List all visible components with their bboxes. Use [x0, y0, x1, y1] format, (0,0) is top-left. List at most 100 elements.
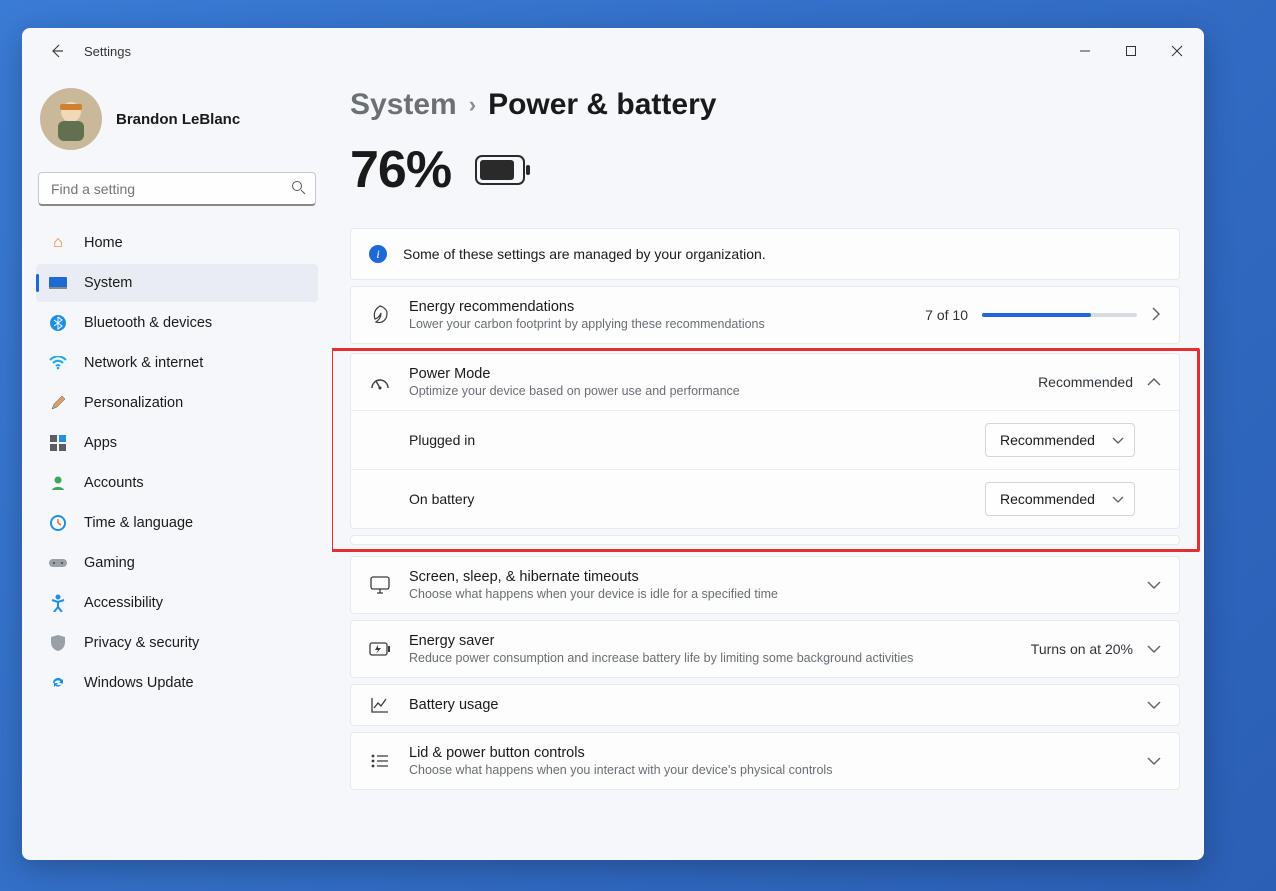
nav-item-update[interactable]: Windows Update [36, 664, 318, 702]
saver-summary: Turns on at 20% [1031, 641, 1133, 657]
avatar [40, 88, 102, 150]
nav-label: Home [84, 235, 123, 251]
nav-label: Bluetooth & devices [84, 315, 212, 331]
energy-sub: Lower your carbon footprint by applying … [409, 317, 907, 331]
banner-text: Some of these settings are managed by yo… [403, 246, 766, 262]
minimize-icon [1079, 45, 1091, 57]
nav-item-gaming[interactable]: Gaming [36, 544, 318, 582]
chevron-down-icon [1112, 491, 1124, 507]
chevron-right-icon [1151, 307, 1161, 324]
energy-saver-row[interactable]: Energy saver Reduce power consumption an… [350, 620, 1180, 678]
usage-title: Battery usage [409, 697, 1129, 713]
plugged-label: Plugged in [409, 432, 475, 448]
nav-label: Personalization [84, 395, 183, 411]
nav-item-home[interactable]: ⌂ Home [36, 224, 318, 262]
lid-controls-row[interactable]: Lid & power button controls Choose what … [350, 732, 1180, 790]
plugged-dropdown[interactable]: Recommended [985, 423, 1135, 457]
chevron-down-icon [1147, 577, 1161, 593]
nav-item-apps[interactable]: Apps [36, 424, 318, 462]
chevron-down-icon [1147, 753, 1161, 769]
search-icon[interactable] [291, 180, 306, 198]
on-battery-value: Recommended [1000, 491, 1095, 507]
nav-item-privacy[interactable]: Privacy & security [36, 624, 318, 662]
info-icon: i [369, 245, 387, 263]
gamepad-icon [48, 553, 68, 573]
nav-label: Network & internet [84, 355, 203, 371]
nav-label: Privacy & security [84, 635, 199, 651]
org-managed-banner: i Some of these settings are managed by … [350, 228, 1180, 280]
chevron-up-icon [1147, 374, 1161, 390]
chevron-down-icon [1147, 697, 1161, 713]
nav-item-time[interactable]: Time & language [36, 504, 318, 542]
on-battery-dropdown[interactable]: Recommended [985, 482, 1135, 516]
chevron-right-icon: › [469, 92, 476, 118]
highlight-annotation: Power Mode Optimize your device based on… [332, 348, 1200, 552]
apps-icon [48, 433, 68, 453]
energy-recommendations-row[interactable]: Energy recommendations Lower your carbon… [350, 286, 1180, 344]
titlebar: Settings [22, 28, 1204, 74]
chevron-down-icon [1147, 641, 1161, 657]
nav-label: Accounts [84, 475, 144, 491]
nav-label: Apps [84, 435, 117, 451]
search-box [38, 172, 316, 206]
power-mode-battery-row: On battery Recommended [351, 469, 1179, 528]
battery-level-row: 76% [350, 140, 1180, 200]
nav-item-accessibility[interactable]: Accessibility [36, 584, 318, 622]
home-icon: ⌂ [48, 233, 68, 253]
battery-saver-icon [369, 642, 391, 656]
power-mode-title: Power Mode [409, 366, 1020, 382]
nav-label: Gaming [84, 555, 135, 571]
nav-label: Accessibility [84, 595, 163, 611]
saver-sub: Reduce power consumption and increase ba… [409, 651, 1013, 665]
arrow-left-icon [49, 43, 65, 59]
lid-title: Lid & power button controls [409, 745, 1129, 761]
profile-block[interactable]: Brandon LeBlanc [36, 74, 318, 172]
clock-icon [48, 513, 68, 533]
nav-item-personalization[interactable]: Personalization [36, 384, 318, 422]
minimize-button[interactable] [1062, 28, 1108, 74]
power-mode-header[interactable]: Power Mode Optimize your device based on… [351, 354, 1179, 410]
power-mode-plugged-row: Plugged in Recommended [351, 410, 1179, 469]
lid-sub: Choose what happens when you interact wi… [409, 763, 1129, 777]
power-mode-card: Power Mode Optimize your device based on… [350, 353, 1180, 529]
breadcrumb: System › Power & battery [350, 88, 1180, 122]
update-icon [48, 673, 68, 693]
power-mode-sub: Optimize your device based on power use … [409, 384, 1020, 398]
bluetooth-icon [48, 313, 68, 333]
timeouts-row[interactable]: Screen, sleep, & hibernate timeouts Choo… [350, 556, 1180, 614]
nav-item-bluetooth[interactable]: Bluetooth & devices [36, 304, 318, 342]
energy-progress [982, 313, 1137, 317]
partial-card-edge [350, 535, 1180, 545]
system-icon [48, 273, 68, 293]
energy-progress-label: 7 of 10 [925, 307, 968, 323]
wifi-icon [48, 353, 68, 373]
chart-icon [369, 697, 391, 713]
battery-icon [475, 155, 531, 185]
breadcrumb-parent[interactable]: System [350, 88, 457, 122]
person-icon [48, 473, 68, 493]
energy-title: Energy recommendations [409, 299, 907, 315]
chevron-down-icon [1112, 432, 1124, 448]
monitor-icon [369, 576, 391, 594]
close-button[interactable] [1154, 28, 1200, 74]
maximize-icon [1125, 45, 1137, 57]
plugged-value: Recommended [1000, 432, 1095, 448]
window-controls [1062, 28, 1200, 74]
nav-item-network[interactable]: Network & internet [36, 344, 318, 382]
sidebar: Brandon LeBlanc ⌂ Home System [22, 74, 332, 860]
saver-title: Energy saver [409, 633, 1013, 649]
search-input[interactable] [38, 172, 316, 206]
back-button[interactable] [40, 34, 74, 68]
nav-item-system[interactable]: System [36, 264, 318, 302]
nav-item-accounts[interactable]: Accounts [36, 464, 318, 502]
settings-window: Settings Brandon LeBlanc ⌂ Home [22, 28, 1204, 860]
nav-label: Windows Update [84, 675, 194, 691]
nav-label: System [84, 275, 132, 291]
main-content: System › Power & battery 76% i Some of t… [332, 74, 1204, 860]
gauge-icon [369, 374, 391, 390]
battery-usage-row[interactable]: Battery usage [350, 684, 1180, 726]
list-icon [369, 754, 391, 768]
nav-list: ⌂ Home System Bluetooth & devices [36, 224, 318, 702]
maximize-button[interactable] [1108, 28, 1154, 74]
battery-level: 76% [350, 140, 451, 200]
